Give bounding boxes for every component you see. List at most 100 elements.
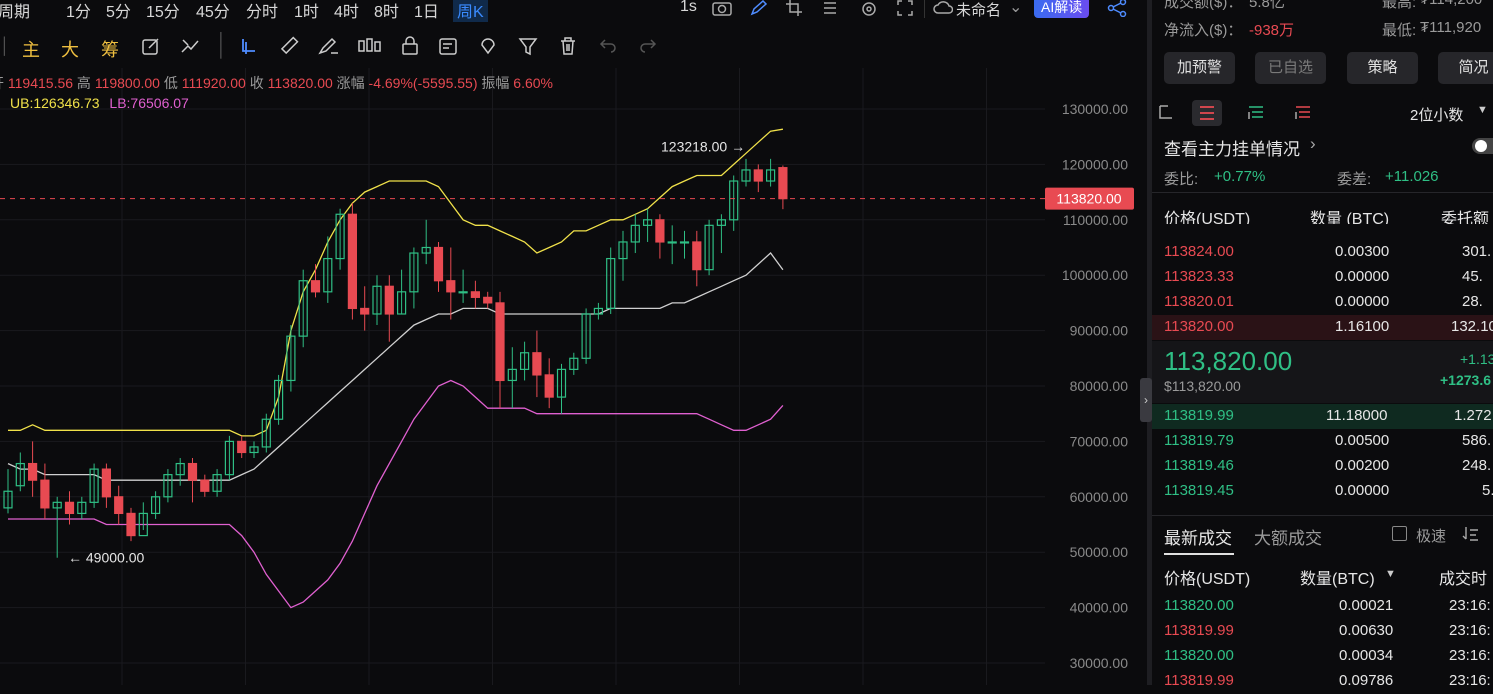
undo-icon[interactable]: [598, 36, 618, 61]
main-orders-toggle[interactable]: [1472, 138, 1493, 154]
tf-15m[interactable]: 15分: [146, 0, 180, 22]
share-icon[interactable]: [1107, 0, 1129, 22]
book-layout-icon[interactable]: [1158, 104, 1176, 126]
tf-1s[interactable]: 1s: [680, 0, 697, 16]
camera-icon[interactable]: [712, 0, 732, 21]
list-icon[interactable]: [822, 0, 838, 21]
add-alert-button[interactable]: 加预警: [1164, 52, 1235, 84]
ask-row[interactable]: 113823.33 0.00000 45.: [1152, 265, 1493, 290]
ruler-icon[interactable]: [279, 36, 299, 61]
trade-row: 113819.99 0.09786 23:16:: [1152, 669, 1493, 694]
trades-header-price: 价格(USDT): [1164, 571, 1251, 588]
candle-type-icon[interactable]: [357, 36, 381, 61]
ask-row-highlight[interactable]: 113820.00 1.16100 132.105: [1152, 315, 1493, 340]
sort-icon[interactable]: [1462, 525, 1480, 547]
ask-row[interactable]: 113824.00 0.00300 301.: [1152, 240, 1493, 265]
decimals-select[interactable]: 2位小数: [1410, 104, 1463, 125]
collapse-handle-icon[interactable]: ›: [1140, 378, 1152, 422]
caret-down-icon[interactable]: ▼: [1385, 568, 1396, 580]
divider: [1152, 192, 1493, 193]
lock-icon[interactable]: [400, 36, 420, 61]
settings-icon[interactable]: [860, 0, 878, 23]
tf-intraday[interactable]: 分时: [246, 0, 278, 22]
book-bids-icon[interactable]: [1247, 104, 1265, 126]
ask-total: 132.105: [1451, 318, 1493, 335]
separator-icon: │: [215, 32, 229, 57]
ask-row[interactable]: 113820.01 0.00000 28.: [1152, 290, 1493, 315]
crosshair-select-icon[interactable]: [240, 36, 260, 61]
chevron-right-icon[interactable]: ›: [1310, 134, 1316, 154]
book-asks-icon[interactable]: [1294, 104, 1312, 126]
big-order-tool[interactable]: 大: [61, 36, 79, 62]
trades-header-qty[interactable]: 数量(BTC): [1300, 565, 1375, 589]
tf-4h[interactable]: 4时: [334, 0, 359, 22]
pen-icon[interactable]: [750, 0, 768, 21]
indicator-edit-icon[interactable]: [180, 36, 200, 61]
caret-down-icon[interactable]: ▼: [1477, 104, 1488, 116]
tf-45m[interactable]: 45分: [196, 0, 230, 22]
book-both-icon[interactable]: [1192, 100, 1222, 126]
diff-value: +11.026: [1385, 168, 1439, 185]
candle-down: [360, 307, 370, 315]
ask-total: 301.: [1462, 243, 1492, 260]
overview-button[interactable]: 简况: [1438, 52, 1493, 84]
bid-row[interactable]: 113819.46 0.00200 248.: [1152, 454, 1493, 479]
candlestick-chart[interactable]: 130000.00 120000.00 110000.00 100000.00 9000…: [0, 68, 1147, 685]
bid-row-highlight[interactable]: 113819.99 11.18000 1.272: [1152, 404, 1493, 429]
edit-box-icon[interactable]: [141, 36, 161, 61]
main-indicator-tool[interactable]: 主: [22, 36, 40, 62]
y-tick-label: 70000.00: [1070, 433, 1129, 449]
boll-upper-line: [8, 128, 784, 437]
magnet-icon[interactable]: [478, 36, 498, 61]
bid-price: 113819.99: [1164, 407, 1234, 424]
y-tick-label: 90000.00: [1070, 323, 1129, 339]
fullscreen-icon[interactable]: [897, 0, 913, 21]
candle-down: [114, 496, 124, 515]
trade-time: 23:16:: [1449, 597, 1491, 614]
low-value: ₮111,920: [1420, 19, 1482, 36]
tf-1m[interactable]: 1分: [66, 0, 91, 22]
tf-1h[interactable]: 1时: [294, 0, 319, 22]
period-label[interactable]: 周期: [0, 0, 30, 22]
candle-down: [310, 280, 321, 293]
bid-row[interactable]: 113819.79 0.00500 586.: [1152, 429, 1493, 454]
tf-weekly-active[interactable]: 周K: [453, 0, 488, 22]
main-orders-link[interactable]: 查看主力挂单情况: [1164, 135, 1300, 160]
high-label: 最高:: [1382, 0, 1417, 11]
notes-icon[interactable]: [438, 36, 458, 61]
tf-8h[interactable]: 8时: [374, 0, 399, 22]
chevron-down-icon[interactable]: ⌄: [1009, 0, 1022, 17]
trade-row: 113820.00 0.00034 23:16:: [1152, 644, 1493, 669]
brush-icon[interactable]: [318, 36, 340, 61]
strategy-button[interactable]: 策略: [1347, 52, 1418, 84]
ask-row-partial: [1152, 224, 1493, 233]
redo-icon[interactable]: [638, 36, 658, 61]
filter-icon[interactable]: [518, 36, 538, 61]
tf-1d[interactable]: 1日: [414, 0, 439, 22]
close-label: 收: [249, 75, 264, 91]
crop-icon[interactable]: [786, 0, 802, 21]
ai-button[interactable]: AI解读: [1034, 0, 1090, 18]
trade-row: 113819.99 0.00630 23:16:: [1152, 619, 1493, 644]
watchlist-button[interactable]: 已自选: [1255, 52, 1326, 84]
trash-icon[interactable]: [558, 36, 578, 61]
fast-checkbox[interactable]: [1392, 526, 1407, 541]
chip-tool[interactable]: 筹: [101, 36, 119, 62]
tab-latest-trades[interactable]: 最新成交: [1164, 524, 1232, 549]
chart-canvas[interactable]: 130000.00 120000.00 110000.00 100000.00 9000…: [0, 68, 1147, 685]
bid-row[interactable]: 113819.45 0.00000 5.: [1152, 479, 1493, 504]
bid-total: 1.272: [1454, 407, 1492, 424]
cloud-icon: [933, 0, 954, 21]
candle-down: [483, 296, 493, 304]
tab-large-trades[interactable]: 大额成交: [1254, 524, 1322, 549]
tf-5m[interactable]: 5分: [106, 0, 131, 22]
layout-name[interactable]: 未命名: [956, 0, 1001, 20]
candle-down: [655, 219, 665, 243]
mid-usd: $113,820.00: [1164, 378, 1241, 394]
candle-down: [200, 479, 210, 492]
ask-qty: 0.00300: [1335, 243, 1390, 260]
candle-down: [495, 302, 505, 382]
low-marker-label: ← 49000.00: [68, 550, 144, 566]
divider: [924, 0, 925, 18]
diff-label: 委差:: [1337, 171, 1372, 188]
